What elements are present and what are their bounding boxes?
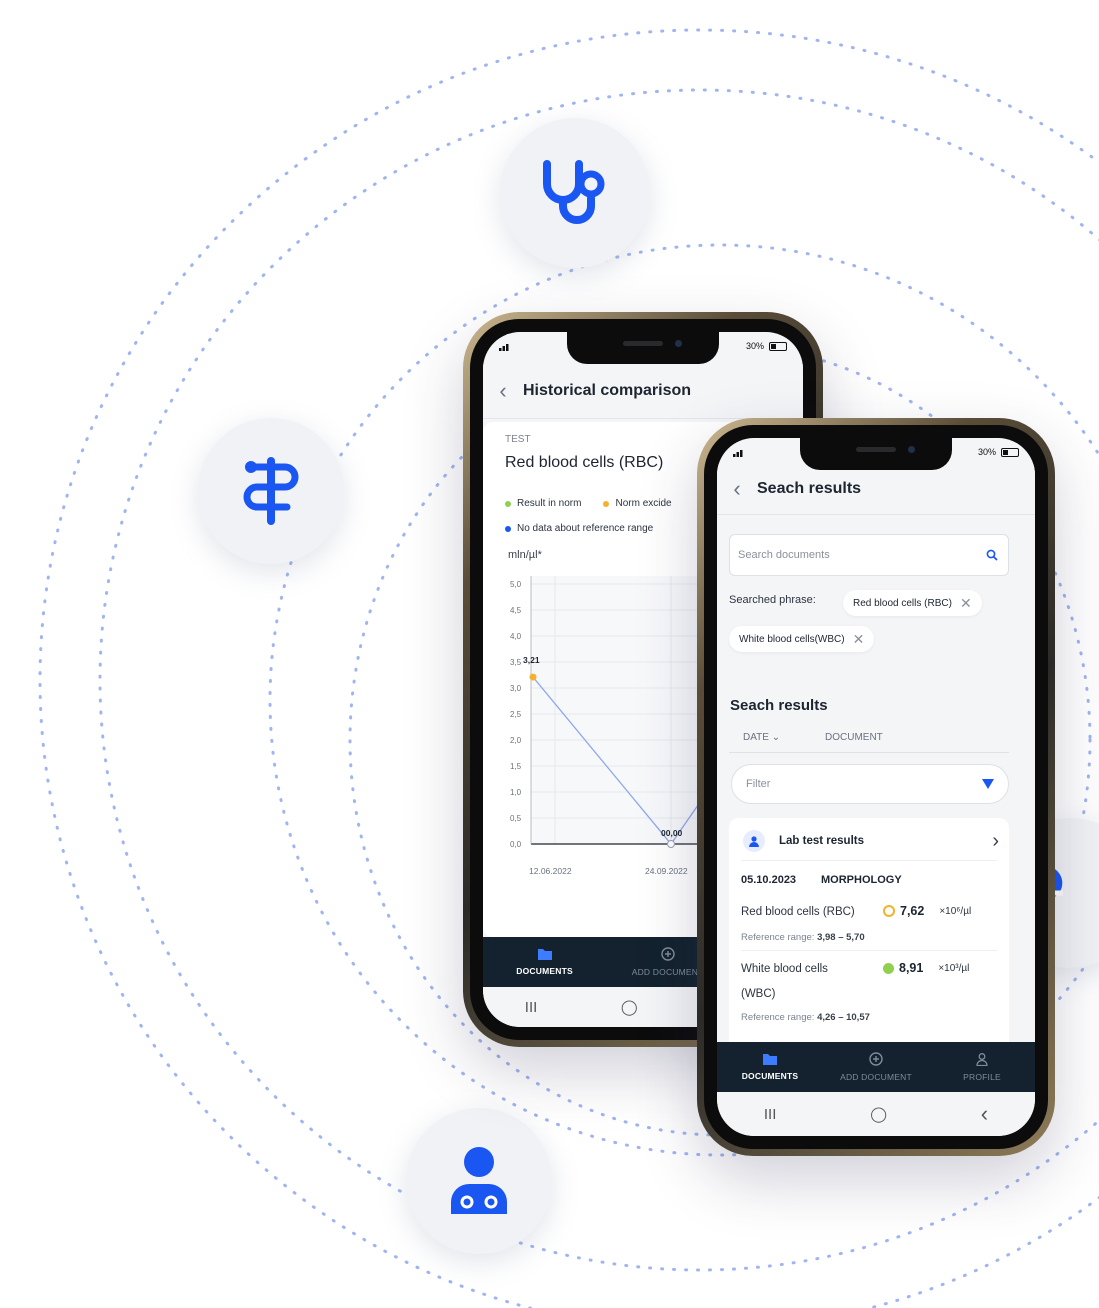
sort-date[interactable]: DATE ⌄ bbox=[743, 732, 780, 743]
profile-icon bbox=[976, 1052, 988, 1066]
y-tick-label: 3,5 bbox=[510, 658, 522, 667]
doctor-bubble bbox=[406, 1108, 552, 1254]
legend-item: No data about reference range bbox=[505, 523, 653, 534]
lab-icon bbox=[743, 830, 765, 852]
column-document: DOCUMENT bbox=[825, 732, 883, 743]
search-chip[interactable]: White blood cells(WBC) ✕ bbox=[729, 626, 875, 652]
folder-icon bbox=[537, 949, 552, 960]
data-label: 3,21 bbox=[523, 655, 540, 665]
search-icon[interactable] bbox=[986, 549, 998, 561]
chevron-down-icon: ⌄ bbox=[771, 732, 781, 743]
x-tick-label: 12.06.2022 bbox=[529, 866, 572, 876]
stethoscope-bubble bbox=[500, 118, 650, 268]
y-tick-label: 0,5 bbox=[510, 814, 522, 823]
y-axis-label: mln/µl* bbox=[508, 549, 543, 561]
close-icon[interactable]: ✕ bbox=[853, 632, 865, 646]
y-tick-label: 3,0 bbox=[510, 684, 522, 693]
results-columns: DATE ⌄ DOCUMENT bbox=[729, 728, 1009, 753]
filter-select[interactable]: Filter bbox=[731, 764, 1009, 804]
searched-phrase-label: Searched phrase: bbox=[729, 594, 816, 606]
card-title: Lab test results bbox=[779, 835, 864, 847]
phone-search: 30% ‹ Seach results Search documents Sea… bbox=[697, 418, 1055, 1156]
nav-documents[interactable]: DOCUMENTS bbox=[717, 1042, 823, 1092]
nav-add-document[interactable]: ADD DOCUMENT bbox=[823, 1042, 929, 1092]
recent-apps-button[interactable]: III bbox=[764, 1106, 777, 1123]
bottom-nav: DOCUMENTS ADD DOCUMENT PROFILE bbox=[717, 1042, 1035, 1092]
test-name: Red blood cells (RBC) bbox=[505, 454, 664, 471]
battery-icon bbox=[1001, 447, 1019, 457]
lab-result-card[interactable]: Lab test results › 05.10.2023 MORPHOLOGY… bbox=[729, 818, 1009, 1058]
y-tick-label: 0,0 bbox=[510, 840, 522, 849]
legend-item: Result in norm bbox=[505, 498, 581, 509]
results-title: Seach results bbox=[730, 697, 828, 714]
y-tick-label: 4,0 bbox=[510, 632, 522, 641]
add-circle-icon bbox=[869, 1052, 883, 1066]
result-category: MORPHOLOGY bbox=[821, 874, 902, 886]
data-label: 00,00 bbox=[661, 828, 683, 838]
status-indicator bbox=[883, 905, 895, 917]
caduceus-icon bbox=[243, 457, 299, 525]
page-title: Seach results bbox=[757, 480, 862, 497]
y-tick-label: 2,5 bbox=[510, 710, 522, 719]
add-circle-icon bbox=[660, 947, 675, 961]
y-tick-label: 1,0 bbox=[510, 788, 522, 797]
home-button[interactable]: ◯ bbox=[870, 1105, 887, 1123]
page-title: Historical comparison bbox=[523, 382, 692, 399]
dropdown-arrow-icon bbox=[982, 779, 994, 789]
chevron-right-icon[interactable]: › bbox=[992, 830, 999, 853]
test-label: TEST bbox=[505, 434, 531, 445]
data-point bbox=[529, 673, 537, 681]
caduceus-bubble bbox=[198, 418, 344, 564]
system-nav: III ◯ ‹ bbox=[717, 1092, 1035, 1136]
y-tick-label: 2,0 bbox=[510, 736, 522, 745]
search-input[interactable]: Search documents bbox=[729, 534, 1009, 576]
y-tick-label: 4,5 bbox=[510, 606, 522, 615]
stethoscope-icon bbox=[543, 160, 605, 224]
recent-apps-button[interactable]: III bbox=[525, 999, 538, 1016]
back-button[interactable]: ‹ bbox=[717, 476, 757, 502]
legend-item: Norm excide bbox=[603, 498, 672, 509]
nav-profile[interactable]: PROFILE bbox=[929, 1042, 1035, 1092]
phone-search-screen: 30% ‹ Seach results Search documents Sea… bbox=[717, 438, 1035, 1136]
result-date: 05.10.2023 bbox=[741, 874, 797, 886]
close-icon[interactable]: ✕ bbox=[960, 596, 972, 610]
search-chip[interactable]: Red blood cells (RBC) ✕ bbox=[843, 590, 982, 616]
x-tick-label: 24.09.2022 bbox=[645, 866, 688, 876]
back-nav-button[interactable]: ‹ bbox=[981, 1101, 988, 1127]
status-indicator bbox=[883, 962, 894, 974]
battery-level: 30% bbox=[977, 447, 996, 457]
data-point bbox=[667, 840, 675, 848]
back-button[interactable]: ‹ bbox=[483, 378, 523, 404]
y-tick-label: 5,0 bbox=[510, 580, 522, 589]
home-button[interactable]: ◯ bbox=[621, 998, 638, 1016]
doctor-icon bbox=[451, 1147, 507, 1214]
folder-icon bbox=[763, 1054, 777, 1065]
nav-documents[interactable]: DOCUMENTS bbox=[483, 937, 606, 987]
y-tick-label: 1,5 bbox=[510, 762, 522, 771]
